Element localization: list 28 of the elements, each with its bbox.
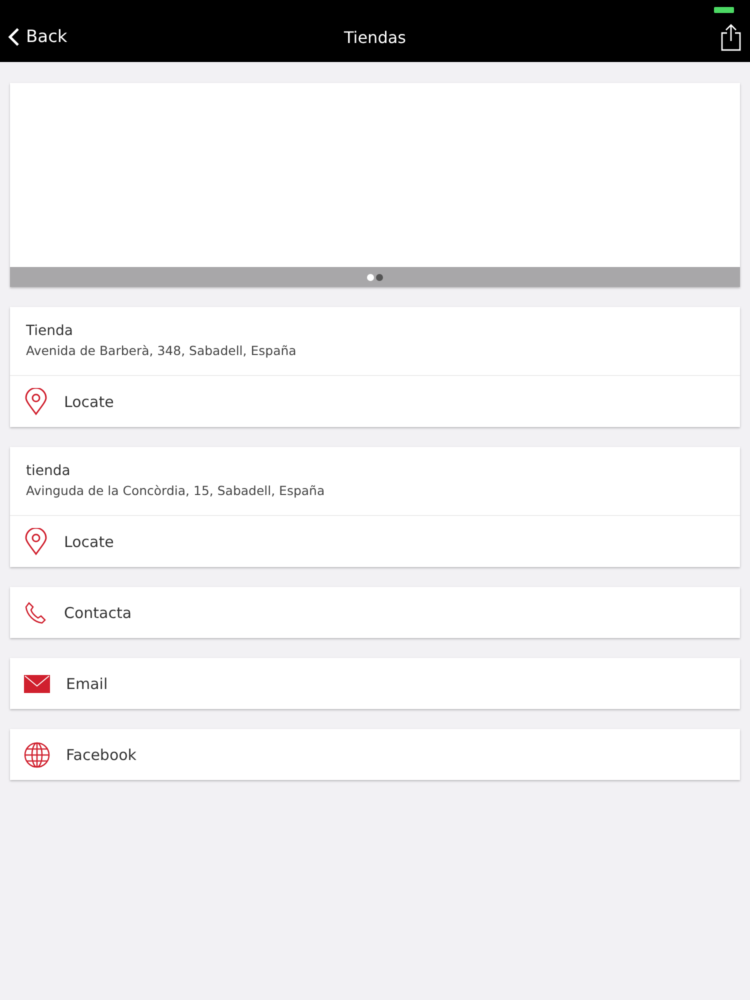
action-card[interactable]: Contacta (10, 587, 740, 638)
locate-row[interactable]: Locate (10, 516, 740, 567)
store-address: Avinguda de la Concòrdia, 15, Sabadell, España (26, 483, 326, 498)
back-button[interactable]: Back (8, 27, 128, 47)
globe-icon (24, 742, 50, 768)
store-name: tienda (26, 463, 72, 479)
action-label: Contacta (64, 604, 132, 622)
page-dot[interactable] (367, 274, 374, 280)
action-label: Email (66, 674, 108, 692)
store-address: Avenida de Barberà, 348, Sabadell, España (26, 343, 298, 358)
page-dot[interactable] (376, 274, 383, 280)
action-card[interactable]: Facebook (10, 729, 740, 780)
locate-label: Locate (64, 532, 114, 550)
envelope-icon (24, 674, 50, 692)
action-card[interactable]: Email (10, 658, 740, 709)
share-button[interactable] (720, 23, 742, 51)
image-gallery[interactable] (10, 83, 740, 287)
screen-title: Tiendas (344, 28, 406, 46)
share-icon (720, 23, 742, 51)
chevron-left-icon (8, 27, 20, 47)
battery-icon (714, 7, 734, 13)
location-pin-icon (24, 528, 48, 556)
locate-label: Locate (64, 392, 114, 410)
location-pin-icon (24, 388, 48, 416)
locate-row[interactable]: Locate (10, 376, 740, 427)
action-label: Facebook (66, 746, 136, 764)
phone-icon (24, 600, 48, 624)
store-name: Tienda (26, 323, 74, 339)
